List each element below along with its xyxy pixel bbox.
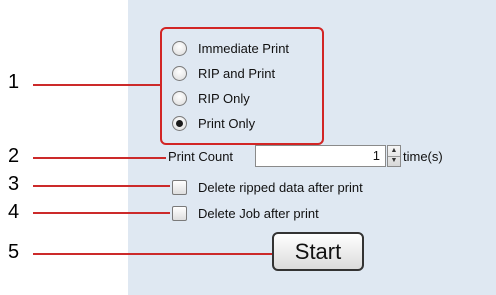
delete-ripped-data-option[interactable]: Delete ripped data after print: [172, 177, 363, 197]
delete-job-option[interactable]: Delete Job after print: [172, 203, 319, 223]
delete-ripped-data-label: Delete ripped data after print: [198, 179, 363, 195]
radio-button-selected-icon[interactable]: [172, 115, 187, 131]
radio-rip-and-print[interactable]: RIP and Print: [172, 63, 275, 83]
spinner-down-arrow-icon[interactable]: ▼: [388, 156, 400, 166]
print-count-label: Print Count: [168, 149, 234, 164]
radio-button-icon[interactable]: [172, 65, 187, 81]
callout-line-1: [33, 84, 160, 86]
radio-button-icon[interactable]: [172, 40, 187, 56]
callout-number-4: 4: [8, 201, 20, 223]
radio-rip-only[interactable]: RIP Only: [172, 88, 250, 108]
print-count-spinner[interactable]: ▲ ▼: [387, 145, 401, 167]
callout-line-2: [33, 157, 166, 159]
radio-label: Immediate Print: [198, 40, 290, 56]
radio-button-icon[interactable]: [172, 90, 187, 106]
delete-job-label: Delete Job after print: [198, 205, 319, 221]
radio-label: Print Only: [198, 115, 256, 131]
callout-number-1: 1: [8, 71, 20, 93]
radio-print-only[interactable]: Print Only: [172, 113, 255, 133]
callout-number-2: 2: [8, 145, 20, 167]
print-count-input[interactable]: 1: [255, 145, 386, 167]
callout-line-5: [33, 253, 272, 255]
radio-label: RIP Only: [198, 90, 250, 106]
start-button[interactable]: Start: [272, 232, 364, 271]
radio-immediate-print[interactable]: Immediate Print: [172, 38, 289, 58]
callout-line-4: [33, 212, 170, 214]
callout-number-5: 5: [8, 241, 20, 263]
delete-ripped-data-checkbox[interactable]: [172, 179, 187, 195]
callout-line-3: [33, 185, 170, 187]
delete-job-checkbox[interactable]: [172, 205, 187, 221]
radio-label: RIP and Print: [198, 65, 276, 81]
callout-number-3: 3: [8, 173, 20, 195]
print-count-unit: time(s): [403, 149, 443, 164]
